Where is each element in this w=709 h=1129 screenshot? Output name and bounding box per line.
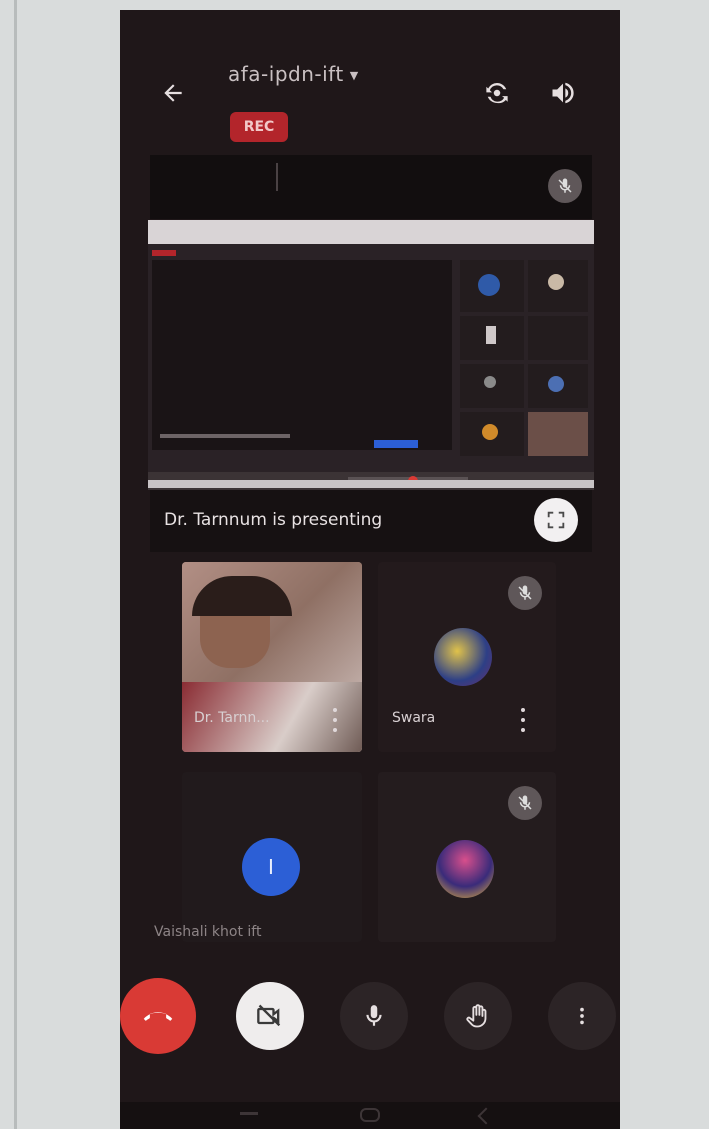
back-button[interactable] [156,76,190,110]
arrow-left-icon [164,84,182,102]
video-off-icon [257,1004,281,1027]
recording-badge: REC [230,112,288,142]
phone-hangup-icon [143,1012,173,1021]
shared-screen-caption [160,434,290,438]
participant-name: Vaishali khot ift [154,924,262,940]
shared-screen-logo [152,250,176,256]
participant-tile[interactable] [378,772,556,942]
participant-avatar [436,840,494,898]
system-nav-bar [120,1102,620,1129]
meeting-title[interactable]: afa-ipdn-ift ▼ [228,62,359,86]
shared-screen-tile [460,364,524,408]
nav-back-button[interactable] [477,1107,495,1125]
expand-icon [547,511,565,529]
meeting-code: afa-ipdn-ift [228,62,344,86]
speaker-icon [552,82,574,104]
meet-call-screen: afa-ipdn-ift ▼ REC Dr. Tarnnum is presen… [120,10,620,1129]
shared-screen-tile [460,260,524,312]
hand-icon [466,1004,487,1028]
participant-initial-avatar: I [242,838,300,896]
shared-screen-bottom-strip [148,480,594,488]
shared-screen-tile [528,412,588,456]
more-options-button[interactable] [548,982,616,1050]
participant-more-button[interactable] [518,708,528,732]
camera-switch-icon [486,83,508,104]
muted-indicator [508,576,542,610]
muted-indicator [508,786,542,820]
more-vertical-icon [580,1007,584,1025]
top-bar: afa-ipdn-ift ▼ REC [120,10,620,150]
caret-down-icon: ▼ [349,69,359,82]
photo-background-edge [14,0,17,1129]
divider [276,163,278,191]
presenting-banner: Dr. Tarnnum is presenting [150,490,592,552]
shared-screen-tile [528,260,588,312]
shared-screen-browser-bar [148,220,594,244]
camera-toggle-button[interactable] [236,982,304,1050]
shared-screen-tile [460,412,524,456]
shared-screen-tile [460,316,524,360]
microphone-icon [366,1005,382,1026]
presenting-label: Dr. Tarnnum is presenting [164,510,383,530]
shared-screen-button [374,440,418,448]
end-call-button[interactable] [120,978,196,1054]
audio-output-button[interactable] [546,76,580,110]
switch-camera-button[interactable] [480,76,514,110]
shared-screen-tile [528,316,588,360]
call-controls [120,978,620,1068]
raise-hand-button[interactable] [444,982,512,1050]
nav-home-button[interactable] [360,1108,380,1122]
shared-screen-main-area [152,260,452,450]
participant-tile[interactable]: Swara [378,562,556,752]
nav-recents-button[interactable] [240,1112,258,1115]
participant-tile[interactable]: Dr. Tarnn... [182,562,362,752]
participant-name: Swara [392,710,436,726]
participant-avatar [434,628,492,686]
presenter-muted-indicator [548,169,582,203]
presenter-header [150,155,592,219]
participant-name: Dr. Tarnn... [194,710,270,726]
shared-screen-tile [528,364,588,408]
mic-toggle-button[interactable] [340,982,408,1050]
shared-screen[interactable] [148,220,594,490]
participant-more-button[interactable] [330,708,340,732]
fullscreen-button[interactable] [534,498,578,542]
participant-tile[interactable]: I [182,772,362,942]
mic-off-icon [518,585,532,600]
mic-off-icon [558,178,572,193]
mic-off-icon [518,795,532,810]
